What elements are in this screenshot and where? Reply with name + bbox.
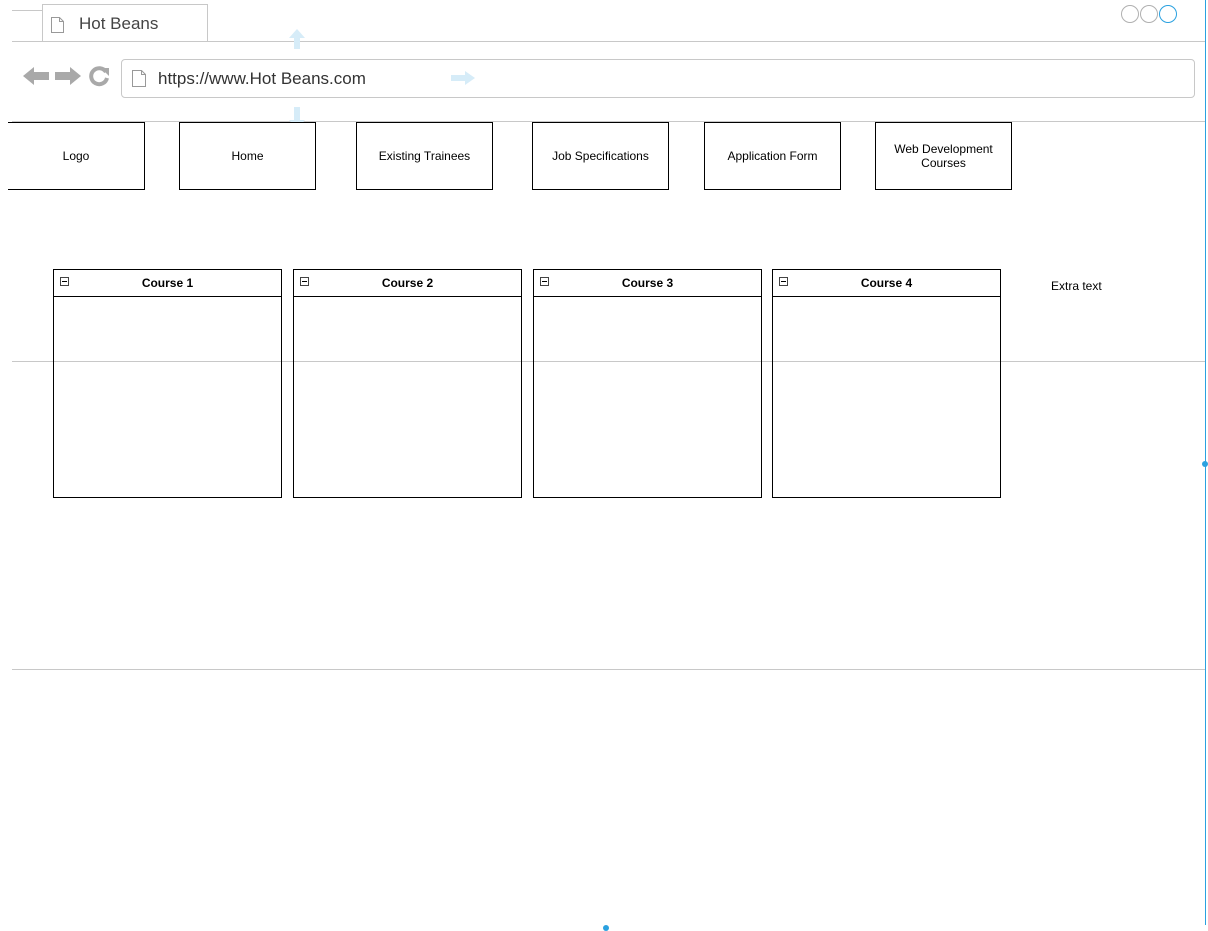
collapse-icon[interactable]	[60, 277, 69, 286]
up-arrow-handle-icon	[289, 29, 305, 49]
collapse-icon[interactable]	[540, 277, 549, 286]
collapse-icon[interactable]	[779, 277, 788, 286]
nav-web-development-courses[interactable]: Web Development Courses	[875, 122, 1012, 190]
url-text: https://www.Hot Beans.com	[158, 69, 366, 88]
course-header: Course 4	[773, 270, 1000, 297]
tab-strip-line	[12, 10, 42, 11]
course-panel-1[interactable]: Course 1	[53, 269, 282, 498]
nav-existing-trainees[interactable]: Existing Trainees	[356, 122, 493, 190]
course-panel-3[interactable]: Course 3	[533, 269, 762, 498]
course-title: Course 4	[860, 276, 913, 290]
resize-handle-right[interactable]	[1202, 461, 1208, 467]
course-header: Course 3	[534, 270, 761, 297]
window-control-maximize[interactable]	[1140, 5, 1158, 23]
document-icon	[132, 70, 146, 87]
course-title: Course 2	[381, 276, 434, 290]
nav-job-specifications[interactable]: Job Specifications	[532, 122, 669, 190]
back-arrow-icon[interactable]	[22, 66, 50, 86]
reload-icon[interactable]	[88, 65, 110, 87]
course-title: Course 1	[141, 276, 194, 290]
course-header: Course 1	[54, 270, 281, 297]
browser-tab[interactable]: Hot Beans	[42, 4, 208, 42]
course-panel-4[interactable]: Course 4	[772, 269, 1001, 498]
collapse-icon[interactable]	[300, 277, 309, 286]
course-panel-2[interactable]: Course 2	[293, 269, 522, 498]
section-divider-bottom	[12, 669, 1205, 670]
right-arrow-handle-icon	[451, 71, 475, 85]
course-title: Course 3	[621, 276, 674, 290]
window-control-close[interactable]	[1159, 5, 1177, 23]
tab-bar-divider	[12, 41, 1205, 42]
window-control-minimize[interactable]	[1121, 5, 1139, 23]
resize-handle-bottom[interactable]	[603, 925, 609, 931]
nav-logo[interactable]: Logo	[8, 122, 145, 190]
extra-text: Extra text	[1051, 279, 1102, 293]
document-icon	[51, 17, 64, 33]
forward-arrow-icon[interactable]	[54, 66, 82, 86]
nav-application-form[interactable]: Application Form	[704, 122, 841, 190]
course-header: Course 2	[294, 270, 521, 297]
address-bar[interactable]: https://www.Hot Beans.com	[121, 59, 1195, 98]
nav-home[interactable]: Home	[179, 122, 316, 190]
tab-title: Hot Beans	[79, 14, 159, 33]
